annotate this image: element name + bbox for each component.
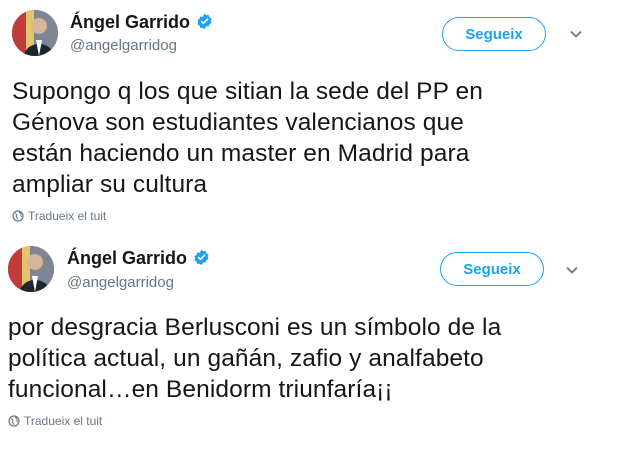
chevron-down-icon[interactable] (564, 262, 580, 278)
translate-link[interactable]: Tradueix el tuit (8, 414, 102, 428)
tweet-text-line: Supongo q los que sitian la sede del PP … (12, 78, 483, 105)
tweet-2: Ángel Garrido @angelgarridog Segueix por… (0, 236, 640, 469)
tweet-1: Ángel Garrido @angelgarridog Segueix Sup… (0, 0, 640, 236)
chevron-down-icon[interactable] (568, 26, 584, 42)
avatar[interactable] (12, 10, 58, 56)
follow-button[interactable]: Segueix (442, 17, 546, 51)
tweet-text: Supongo q los que sitian la sede del PP … (12, 76, 483, 200)
translate-label[interactable]: Tradueix el tuit (24, 414, 102, 428)
tweet-text: por desgracia Berlusconi es un símbolo d… (8, 312, 501, 405)
tweet-text-line: están haciendo un master en Madrid para (12, 140, 470, 167)
verified-badge-icon (197, 13, 212, 30)
author-handle[interactable]: @angelgarridog (67, 274, 174, 291)
author-name[interactable]: Ángel Garrido (67, 248, 210, 269)
verified-badge-icon (194, 249, 209, 266)
avatar[interactable] (8, 246, 54, 292)
tweet-text-line: funcional…en Benidorm triunfaría¡¡ (8, 376, 393, 403)
tweet-text-line: política actual, un gañán, zafio y analf… (8, 345, 484, 372)
globe-icon (12, 210, 24, 222)
author-handle[interactable]: @angelgarridog (70, 37, 177, 54)
tweet-text-line: por desgracia Berlusconi es un símbolo d… (8, 314, 502, 341)
translate-link[interactable]: Tradueix el tuit (12, 209, 106, 223)
tweet-text-line: Génova son estudiantes valencianos que (12, 109, 464, 136)
author-name[interactable]: Ángel Garrido (70, 12, 213, 33)
translate-label[interactable]: Tradueix el tuit (28, 209, 106, 223)
follow-button[interactable]: Segueix (440, 252, 544, 286)
tweet-text-line: ampliar su cultura (12, 171, 208, 198)
globe-icon (8, 415, 20, 427)
